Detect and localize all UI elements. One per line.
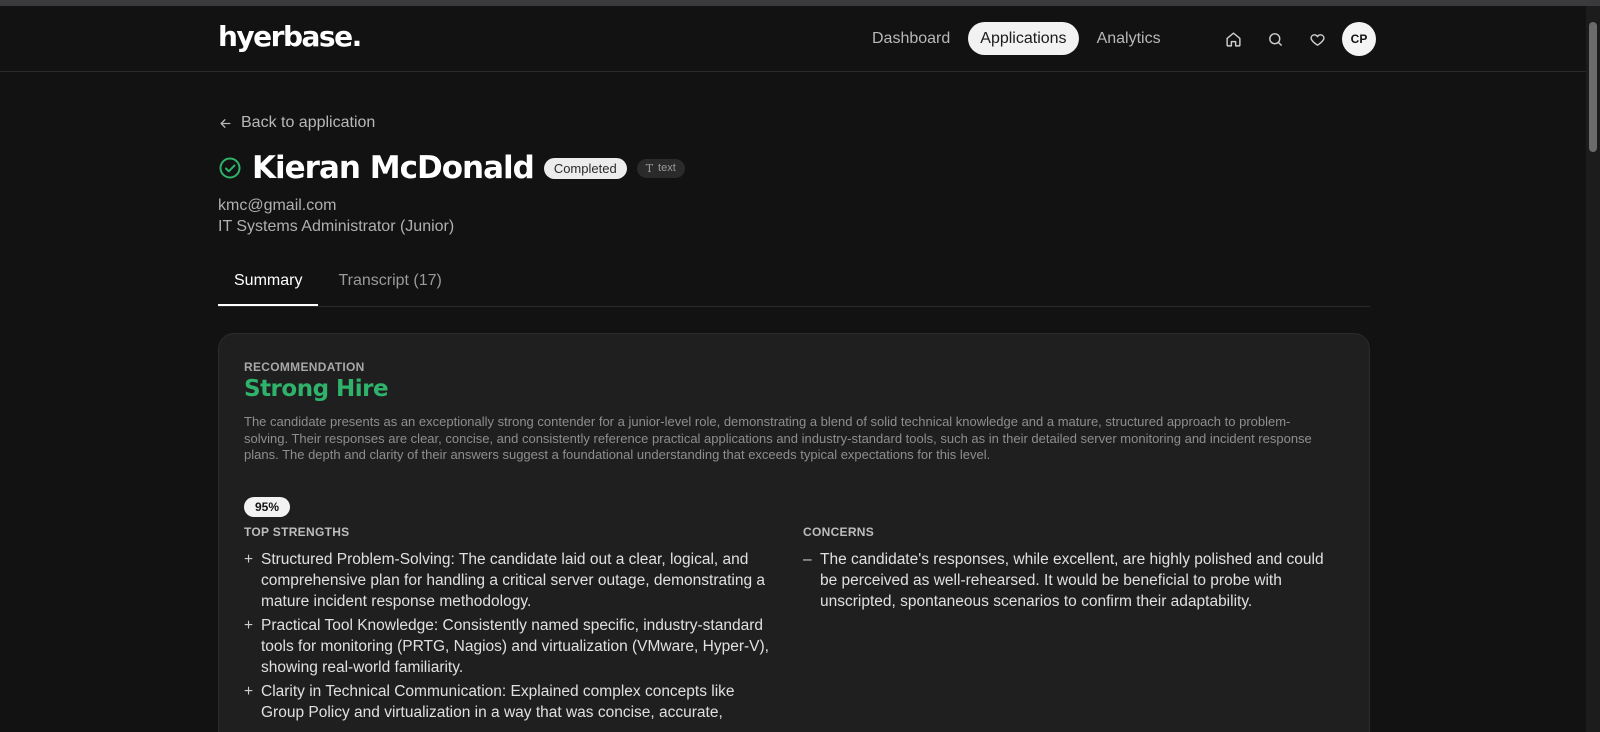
scrollbar-thumb[interactable] — [1589, 22, 1597, 152]
tab-summary[interactable]: Summary — [218, 258, 319, 306]
detail-tabs: Summary Transcript (17) — [218, 258, 1370, 307]
top-navigation-bar: hyerbase. Dashboard Applications Analyti… — [0, 6, 1586, 72]
candidate-title-row: Kieran McDonald Completed T text — [218, 150, 685, 186]
top-strengths-label: TOP STRENGTHS — [244, 525, 350, 539]
tab-transcript[interactable]: Transcript (17) — [322, 258, 457, 306]
text-type-icon: T — [645, 161, 654, 175]
list-item: – The candidate's responses, while excell… — [803, 551, 1324, 610]
user-avatar[interactable]: CP — [1342, 22, 1376, 56]
nav-applications[interactable]: Applications — [968, 22, 1079, 55]
recommendation-description: The candidate presents as an exceptional… — [244, 414, 1312, 462]
list-item: + Clarity in Technical Communication: Exp… — [244, 683, 735, 721]
recommendation-label: RECOMMENDATION — [244, 360, 365, 374]
search-icon[interactable] — [1258, 22, 1292, 56]
strengths-list: + Structured Problem-Solving: The candida… — [244, 549, 779, 726]
status-badge: Completed — [543, 157, 627, 179]
home-icon[interactable] — [1216, 22, 1250, 56]
header-actions: CP — [1216, 22, 1376, 56]
back-link-label: Back to application — [241, 114, 376, 131]
back-to-application-link[interactable]: Back to application — [218, 114, 375, 132]
candidate-email: kmc@gmail.com — [218, 197, 337, 214]
type-badge: T text — [636, 158, 685, 178]
arrow-left-icon — [220, 118, 231, 128]
nav-dashboard[interactable]: Dashboard — [860, 22, 962, 55]
type-badge-label: text — [658, 162, 676, 174]
concerns-label: CONCERNS — [803, 525, 875, 539]
main-nav: Dashboard Applications Analytics — [860, 22, 1179, 55]
score-badge: 95% — [244, 497, 291, 517]
list-item: + Practical Tool Knowledge: Consistently … — [244, 617, 769, 676]
nav-analytics[interactable]: Analytics — [1085, 22, 1173, 55]
candidate-name: Kieran McDonald — [252, 150, 535, 186]
hyerbase-logo[interactable]: hyerbase. — [218, 20, 362, 53]
concerns-list: – The candidate's responses, while excell… — [803, 549, 1333, 615]
summary-card: RECOMMENDATION Strong Hire The candidate… — [218, 333, 1370, 732]
page-scrollbar[interactable] — [1586, 6, 1600, 732]
check-circle-icon — [218, 156, 242, 180]
candidate-role: IT Systems Administrator (Junior) — [218, 218, 455, 235]
heart-icon[interactable] — [1300, 22, 1334, 56]
list-item: + Structured Problem-Solving: The candida… — [244, 551, 766, 610]
recommendation-value: Strong Hire — [244, 376, 389, 402]
